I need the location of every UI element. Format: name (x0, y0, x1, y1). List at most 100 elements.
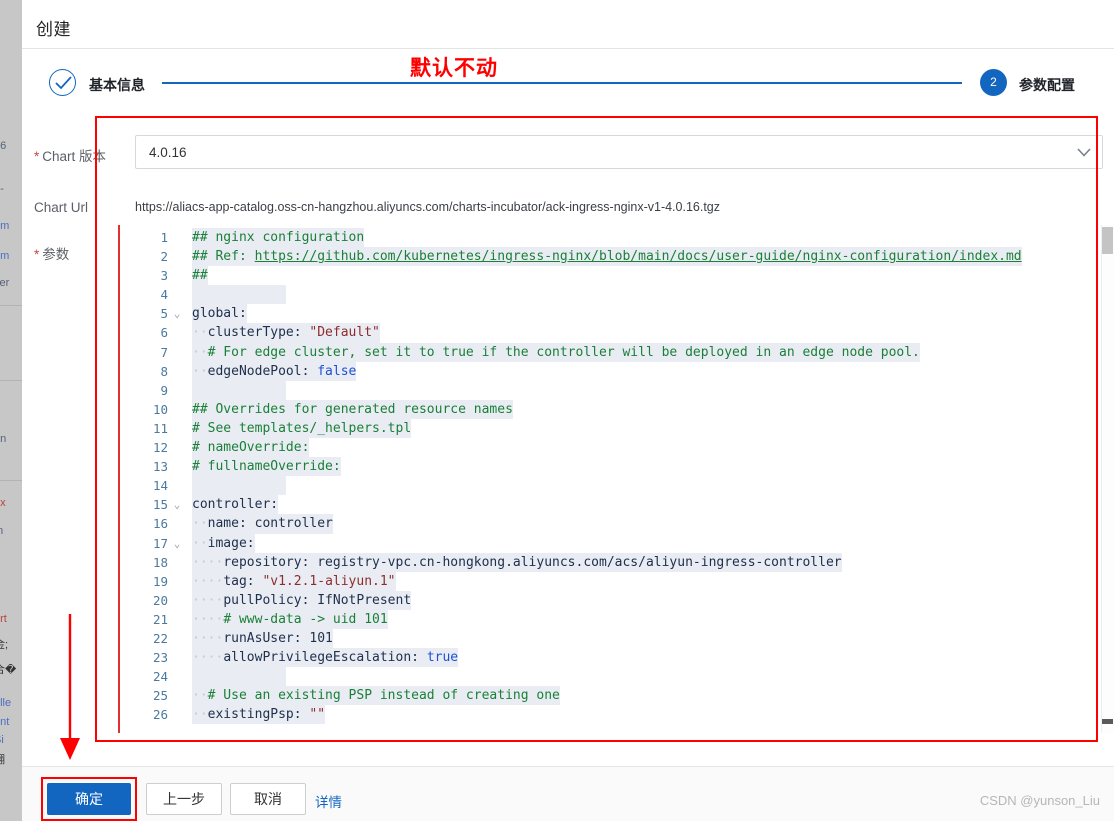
line-number: 12 (152, 440, 168, 456)
code-token-dot: ···· (192, 592, 224, 608)
code-line[interactable]: 3 ## (120, 266, 1103, 286)
code-line[interactable]: 2 ## Ref: https://github.com/kubernetes/i… (120, 247, 1103, 267)
code-token-dot: ·· (192, 688, 208, 704)
parameters-label: * 参数 (34, 243, 69, 263)
fold-chevron-down-icon[interactable]: ⌄ (168, 534, 186, 553)
code-token-cmt: ## (192, 268, 208, 284)
code-line-text: ## Overrides for generated resource name… (192, 399, 513, 419)
red-down-arrow-annotation (60, 614, 80, 760)
editor-vertical-scrollbar-thumb[interactable] (1102, 227, 1113, 254)
parameters-code-editor[interactable]: 1 ## nginx configuration 2 ## Ref: https://… (118, 225, 1103, 733)
code-token-key: runAsUser: 101 (223, 630, 333, 646)
line-number: 13 (152, 459, 168, 475)
chart-version-value: 4.0.16 (149, 145, 187, 160)
parameters-label-text: 参数 (42, 247, 70, 262)
line-number: 25 (152, 688, 168, 704)
line-number: 2 (160, 249, 168, 265)
step-2-label[interactable]: 参数配置 (1019, 75, 1075, 95)
code-line[interactable]: 15 ⌄ controller: (120, 495, 1103, 515)
code-line-text: ····tag: "v1.2.1-aliyun.1" (192, 571, 396, 591)
step-1-label[interactable]: 基本信息 (89, 75, 145, 95)
code-token-cmt: # Use an existing PSP instead of creatin… (207, 688, 560, 704)
watermark-text: CSDN @yunson_Liu (979, 793, 1100, 808)
top-annotation-text: 默认不动 (410, 57, 498, 80)
code-token-bool: false (317, 363, 357, 379)
line-number: 18 (152, 554, 168, 570)
code-line[interactable]: 14 (120, 476, 1103, 496)
code-line[interactable]: 17 ⌄ ··image: (120, 533, 1103, 553)
background-text-fragment: ort (0, 613, 7, 625)
code-line[interactable]: 20 ····pullPolicy: IfNotPresent (120, 590, 1103, 610)
code-line-text: ····allowPrivilegeEscalation: true (192, 648, 459, 668)
code-line[interactable]: 7 ··# For edge cluster, set it to true if… (120, 342, 1103, 362)
line-number: 26 (152, 707, 168, 723)
code-token-key: controller: (192, 497, 279, 513)
background-divider (0, 305, 22, 306)
code-line-text (192, 667, 286, 687)
code-line-text: ····repository: registry-vpc.cn-hongkong… (192, 552, 842, 572)
confirm-button[interactable]: 确定 (47, 783, 131, 815)
code-line[interactable]: 26 ··existingPsp: "" (120, 705, 1103, 725)
background-text-fragment: olle (0, 697, 12, 709)
line-number: 3 (160, 268, 168, 284)
page-title: 创建 (36, 20, 71, 39)
code-line-text: ## nginx configuration (192, 228, 365, 248)
editor-vertical-scrollbar-track[interactable] (1101, 225, 1114, 733)
line-number: 24 (152, 669, 168, 685)
code-line-text (192, 380, 286, 400)
code-line[interactable]: 19 ····tag: "v1.2.1-aliyun.1" (120, 571, 1103, 591)
dialog-header: 创建 (22, 0, 1114, 49)
line-number: 8 (160, 363, 168, 379)
editor-horizontal-scrollbar-thumb[interactable] (1102, 719, 1113, 724)
line-number: 4 (160, 287, 168, 303)
code-token-str: "Default" (309, 325, 380, 341)
line-number: 14 (152, 478, 168, 494)
code-line[interactable]: 4 (120, 285, 1103, 305)
code-line-text: ····# www-data -> uid 101 (192, 609, 388, 629)
background-text-fragment: nx (0, 497, 6, 509)
code-line[interactable]: 25 ··# Use an existing PSP instead of cre… (120, 686, 1103, 706)
line-number: 15 (152, 497, 168, 513)
code-token-dot: ···· (192, 650, 224, 666)
code-line[interactable]: 1 ## nginx configuration (120, 228, 1103, 248)
check-icon (55, 76, 72, 90)
code-line-text: ··edgeNodePool: false (192, 361, 357, 381)
previous-step-button[interactable]: 上一步 (146, 783, 222, 815)
code-line[interactable]: 23 ····allowPrivilegeEscalation: true (120, 648, 1103, 668)
code-line[interactable]: 16 ··name: controller (120, 514, 1103, 534)
background-divider (0, 380, 22, 381)
code-line[interactable]: 13 # fullnameOverride: (120, 457, 1103, 477)
chart-version-select[interactable]: 4.0.16 (135, 135, 1103, 169)
background-text-fragment: 合� (0, 664, 17, 676)
background-text-fragment: p- (0, 183, 4, 195)
code-line[interactable]: 10 ## Overrides for generated resource na… (120, 399, 1103, 419)
background-text-fragment: ont (0, 716, 10, 728)
code-line[interactable]: 24 (120, 667, 1103, 687)
code-line[interactable]: 22 ····runAsUser: 101 (120, 628, 1103, 649)
code-line[interactable]: 18 ····repository: registry-vpc.cn-hongko… (120, 552, 1103, 572)
background-text-fragment: Si (0, 734, 4, 746)
code-line[interactable]: 9 (120, 380, 1103, 400)
code-line[interactable]: 11 # See templates/_helpers.tpl (120, 418, 1103, 439)
code-line[interactable]: 8 ··edgeNodePool: false (120, 361, 1103, 381)
chart-url-label: Chart Url (34, 200, 89, 215)
line-number: 23 (152, 650, 168, 666)
detail-link[interactable]: 详情 (315, 791, 342, 811)
code-line[interactable]: 12 # nameOverride: (120, 438, 1103, 458)
code-line[interactable]: 6 ··clusterType: "Default" (120, 323, 1103, 343)
code-token-dot: ·· (192, 325, 208, 341)
step-2-circle[interactable]: 2 (980, 69, 1007, 96)
fold-chevron-down-icon[interactable]: ⌄ (168, 304, 186, 323)
cancel-button[interactable]: 取消 (230, 783, 306, 815)
code-line[interactable]: 5 ⌄ global: (120, 304, 1103, 324)
step-1-circle[interactable] (49, 69, 76, 96)
code-line-text (192, 476, 286, 496)
chart-version-label: * Chart 版本 (34, 145, 106, 165)
fold-chevron-down-icon[interactable]: ⌄ (168, 495, 186, 514)
form-body: * Chart 版本 4.0.16 Chart Url https://aliac… (22, 115, 1114, 766)
code-line-text: ··# Use an existing PSP instead of creat… (192, 686, 560, 706)
code-line-text: ····pullPolicy: IfNotPresent (192, 590, 412, 610)
line-number: 16 (152, 516, 168, 532)
code-line[interactable]: 21 ····# www-data -> uid 101 (120, 609, 1103, 629)
code-token-key: existingPsp: (207, 707, 310, 723)
